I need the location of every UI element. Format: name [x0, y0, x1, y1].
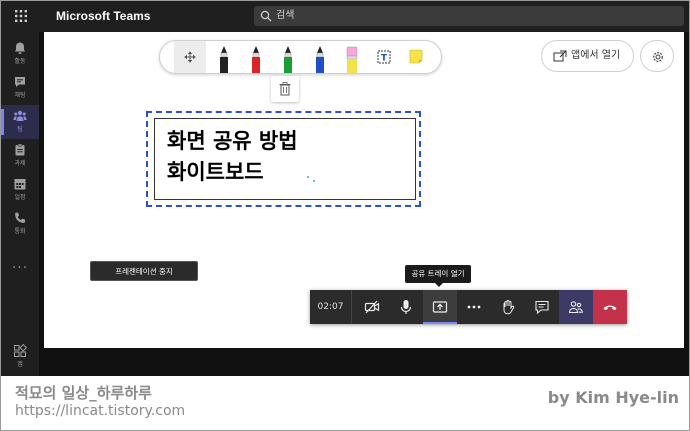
- black-pen-button[interactable]: [208, 41, 240, 73]
- apps-icon: [14, 344, 27, 357]
- people-icon: [568, 301, 583, 314]
- mic-toggle-button[interactable]: [389, 290, 423, 324]
- green-pen-icon: [284, 46, 292, 73]
- rail-label: 앱: [17, 361, 23, 368]
- sticky-note-icon: [409, 49, 423, 64]
- more-actions-button[interactable]: [457, 290, 491, 324]
- rail-label: 일정: [14, 194, 26, 201]
- move-icon: [184, 51, 196, 63]
- cursor-dot: [313, 180, 315, 182]
- phone-icon: [15, 212, 26, 223]
- raise-hand-button[interactable]: [491, 290, 525, 324]
- bell-icon: [14, 42, 26, 54]
- whiteboard-toolbar: T: [159, 40, 442, 74]
- raise-hand-icon: [503, 300, 515, 315]
- left-rail: 활동 채팅 팀 과제 일정 통화 ··· 앱: [1, 32, 39, 376]
- author-credit: by Kim Hye-lin: [547, 388, 679, 407]
- share-tray-tooltip: 공유 트레이 열기: [405, 265, 471, 287]
- sticky-note-button[interactable]: [400, 41, 432, 73]
- mic-icon: [400, 300, 412, 314]
- text-icon: T: [377, 50, 391, 64]
- black-pen-icon: [220, 46, 228, 73]
- app-launcher-icon[interactable]: [15, 10, 27, 22]
- selected-text-box[interactable]: 화면 공유 방법 화이트보드: [146, 111, 421, 207]
- title-bar: Microsoft Teams 검색: [1, 1, 689, 32]
- text-box[interactable]: 화면 공유 방법 화이트보드: [154, 118, 416, 200]
- gear-icon: [653, 52, 663, 62]
- text-line: 화면 공유 방법: [167, 129, 298, 153]
- blue-pen-icon: [316, 46, 324, 73]
- rail-item-teams[interactable]: 팀: [1, 105, 39, 139]
- text-tool-button[interactable]: T: [368, 41, 400, 73]
- svg-text:T: T: [381, 54, 388, 64]
- call-controls-bar: 02:07: [310, 290, 627, 324]
- camera-off-icon: [364, 300, 380, 314]
- red-pen-button[interactable]: [240, 41, 272, 73]
- hang-up-icon: [603, 305, 617, 311]
- hang-up-button[interactable]: [593, 290, 627, 324]
- meeting-chat-button[interactable]: [525, 290, 559, 324]
- open-in-app-label: 앱에서 열기: [571, 50, 621, 61]
- move-tool-button[interactable]: [174, 41, 206, 73]
- cursor-dot: [307, 176, 309, 178]
- participants-button[interactable]: [559, 290, 593, 324]
- search-input[interactable]: 검색: [254, 6, 684, 26]
- rail-label: 과제: [14, 160, 26, 167]
- call-timer: 02:07: [310, 290, 352, 324]
- rail-label: 채팅: [14, 92, 26, 99]
- more-apps-icon[interactable]: ···: [1, 260, 39, 276]
- open-external-icon: [553, 50, 567, 62]
- camera-toggle-button[interactable]: [355, 290, 389, 324]
- search-placeholder: 검색: [276, 10, 295, 21]
- blue-pen-button[interactable]: [304, 41, 336, 73]
- screenshot-frame: Microsoft Teams 검색 활동 채팅 팀 과제 일정 통화 ··· …: [0, 0, 690, 431]
- highlighter-button[interactable]: [336, 41, 368, 73]
- chat-icon: [15, 77, 25, 87]
- teams-icon: [13, 110, 27, 121]
- rail-label: 통화: [14, 228, 26, 235]
- app-title: Microsoft Teams: [56, 9, 151, 23]
- meeting-stage: T 앱에서 열기 화면 공유 방법 화이트보드: [39, 32, 689, 376]
- red-pen-icon: [252, 46, 260, 73]
- share-icon: [432, 301, 448, 313]
- text-line: 화이트보드: [167, 160, 264, 184]
- rail-item-apps[interactable]: 앱: [1, 340, 39, 374]
- share-tray-button[interactable]: [423, 290, 457, 324]
- stop-presenting-button[interactable]: 프레젠테이션 중지: [90, 261, 198, 281]
- calendar-icon: [14, 179, 26, 190]
- rail-label: 팀: [17, 126, 23, 133]
- highlighter-icon: [346, 46, 358, 73]
- rail-label: 활동: [14, 58, 26, 65]
- more-icon: [467, 305, 481, 309]
- rail-item-chat[interactable]: 채팅: [1, 71, 39, 105]
- watermark-strip: 적묘의 일상_하루하루 https://lincat.tistory.com b…: [1, 376, 689, 430]
- rail-item-activity[interactable]: 활동: [1, 37, 39, 71]
- rail-item-calls[interactable]: 통화: [1, 207, 39, 241]
- delete-button[interactable]: [271, 76, 299, 102]
- blog-name: 적묘의 일상_하루하루: [15, 384, 152, 402]
- blog-url: https://lincat.tistory.com: [15, 403, 186, 419]
- chat-icon: [535, 300, 549, 315]
- search-icon: [260, 10, 272, 22]
- open-in-app-button[interactable]: 앱에서 열기: [541, 40, 634, 72]
- assignments-icon: [15, 143, 25, 156]
- green-pen-button[interactable]: [272, 41, 304, 73]
- rail-item-calendar[interactable]: 일정: [1, 173, 39, 207]
- trash-icon: [279, 82, 291, 96]
- whiteboard-settings-button[interactable]: [640, 40, 674, 72]
- rail-item-assignments[interactable]: 과제: [1, 139, 39, 173]
